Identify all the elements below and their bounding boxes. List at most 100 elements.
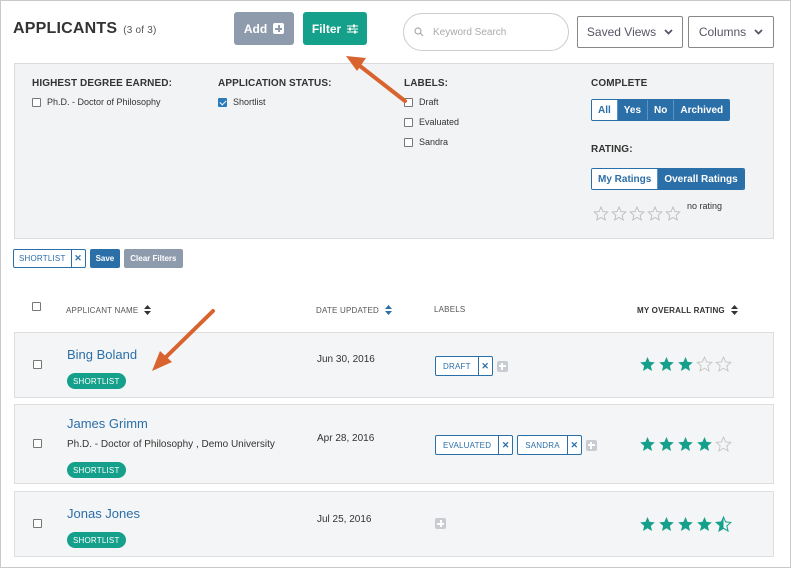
star-filled-icon[interactable] — [696, 436, 713, 452]
add-label-icon[interactable] — [496, 360, 508, 372]
close-icon[interactable]: ✕ — [498, 436, 512, 454]
status-badge: SHORTLIST — [67, 462, 126, 478]
rating-option-overall-ratings[interactable]: Overall Ratings — [657, 169, 744, 189]
row-checkbox[interactable] — [33, 519, 42, 528]
labels-filter-title: LABELS: — [404, 78, 449, 89]
star-filled-icon[interactable] — [677, 516, 694, 532]
chip-label: SHORTLIST — [19, 254, 66, 263]
status-badge: SHORTLIST — [67, 373, 126, 389]
rating-stars[interactable] — [639, 436, 732, 452]
chevron-down-icon — [754, 29, 763, 35]
checkbox-checked[interactable] — [218, 97, 227, 107]
degree-filter-title: HIGHEST DEGREE EARNED: — [32, 78, 172, 89]
rating-segmented-control: My Ratings Overall Ratings — [591, 168, 745, 190]
search-icon — [414, 27, 424, 37]
degree-option-phd[interactable]: Ph.D. - Doctor of Philosophy — [32, 97, 161, 107]
row-checkbox[interactable] — [33, 439, 42, 448]
star-empty-icon[interactable] — [593, 206, 609, 221]
complete-option-archived[interactable]: Archived — [673, 100, 730, 120]
select-all-checkbox[interactable] — [32, 302, 41, 311]
applicant-name-link[interactable]: Bing Boland — [67, 347, 137, 362]
filter-panel: HIGHEST DEGREE EARNED: Ph.D. - Doctor of… — [14, 63, 774, 239]
column-label: APPLICANT NAME — [66, 305, 139, 315]
rating-filter-title: RATING: — [591, 144, 633, 155]
add-label-icon[interactable] — [585, 439, 597, 451]
star-filled-icon[interactable] — [639, 436, 656, 452]
checkbox[interactable] — [404, 117, 413, 127]
applicant-name-link[interactable]: James Grimm — [67, 416, 148, 431]
rating-option-my-ratings[interactable]: My Ratings — [592, 169, 658, 189]
add-button-label: Add — [243, 21, 268, 36]
label-option-evaluated[interactable]: Evaluated — [404, 117, 459, 127]
label-option-draft[interactable]: Draft — [404, 97, 439, 107]
keyword-search[interactable] — [403, 13, 569, 51]
row-labels: DRAFT ✕ — [435, 356, 508, 376]
add-button[interactable]: Add — [234, 12, 294, 45]
columns-dropdown[interactable]: Columns — [688, 16, 774, 48]
filter-button[interactable]: Filter — [303, 12, 367, 45]
star-empty-icon[interactable] — [715, 436, 732, 452]
applicant-count: (3 of 3) — [123, 25, 157, 36]
star-empty-icon[interactable] — [629, 206, 645, 221]
complete-option-no[interactable]: No — [647, 100, 674, 120]
rating-filter-stars[interactable] — [593, 206, 681, 221]
label-chip: SANDRA ✕ — [517, 435, 582, 455]
column-header-date[interactable]: DATE UPDATED — [316, 305, 392, 315]
star-filled-icon[interactable] — [639, 516, 656, 532]
star-filled-icon[interactable] — [658, 516, 675, 532]
star-filled-icon[interactable] — [696, 516, 713, 532]
page-title: APPLICANTS (3 of 3) — [13, 20, 157, 38]
star-empty-icon[interactable] — [647, 206, 663, 221]
table-row[interactable]: Bing Boland SHORTLIST Jun 30, 2016 DRAFT… — [14, 332, 774, 398]
status-option-shortlist[interactable]: Shortlist — [218, 97, 266, 107]
option-label: Shortlist — [233, 97, 266, 107]
star-empty-icon[interactable] — [611, 206, 627, 221]
applicant-name-link[interactable]: Jonas Jones — [67, 506, 140, 521]
search-input[interactable] — [433, 26, 553, 38]
plus-square-icon — [273, 23, 285, 34]
star-half-icon[interactable] — [715, 516, 732, 532]
star-filled-icon[interactable] — [677, 356, 694, 372]
complete-option-yes[interactable]: Yes — [616, 100, 648, 120]
star-empty-icon[interactable] — [665, 206, 681, 221]
star-filled-icon[interactable] — [658, 436, 675, 452]
checkbox[interactable] — [32, 97, 41, 107]
status-filter-title: APPLICATION STATUS: — [218, 78, 332, 89]
columns-label: Columns — [698, 25, 747, 39]
close-icon[interactable]: ✕ — [566, 436, 581, 454]
close-icon[interactable]: ✕ — [70, 250, 85, 267]
row-labels — [435, 518, 446, 529]
star-empty-icon[interactable] — [715, 356, 732, 372]
save-filter-button[interactable]: Save — [89, 249, 121, 268]
complete-segmented-control: All Yes No Archived — [591, 99, 731, 121]
clear-filters-button[interactable]: Clear Filters — [124, 249, 183, 268]
column-label: MY OVERALL RATING — [637, 305, 725, 315]
row-labels: EVALUATED ✕ SANDRA ✕ — [435, 435, 597, 455]
close-icon[interactable]: ✕ — [477, 357, 492, 375]
column-label: LABELS — [434, 305, 466, 314]
row-checkbox[interactable] — [33, 360, 42, 369]
table-row[interactable]: James Grimm Ph.D. - Doctor of Philosophy… — [14, 404, 774, 484]
saved-views-dropdown[interactable]: Saved Views — [577, 16, 683, 48]
column-header-name[interactable]: APPLICANT NAME — [66, 305, 152, 315]
star-filled-icon[interactable] — [658, 356, 675, 372]
label-option-sandra[interactable]: Sandra — [404, 137, 448, 147]
checkbox[interactable] — [404, 97, 413, 107]
sort-icon — [385, 305, 392, 315]
rating-stars[interactable] — [639, 356, 732, 372]
star-empty-icon[interactable] — [696, 356, 713, 372]
date-updated: Jun 30, 2016 — [317, 354, 375, 365]
column-header-labels: LABELS — [434, 305, 465, 314]
add-label-icon[interactable] — [435, 518, 446, 529]
complete-option-all[interactable]: All — [592, 100, 617, 120]
star-filled-icon[interactable] — [677, 436, 694, 452]
checkbox[interactable] — [404, 137, 413, 147]
star-filled-icon[interactable] — [639, 356, 656, 372]
column-header-rating[interactable]: MY OVERALL RATING — [637, 305, 738, 315]
page-title-text: APPLICANTS — [13, 20, 118, 37]
sliders-icon — [347, 24, 359, 33]
active-filters: SHORTLIST ✕ Save Clear Filters — [13, 249, 183, 268]
table-row[interactable]: Jonas Jones SHORTLIST Jul 25, 2016 — [14, 491, 774, 557]
rating-stars[interactable] — [639, 516, 732, 532]
date-updated: Jul 25, 2016 — [317, 514, 372, 525]
